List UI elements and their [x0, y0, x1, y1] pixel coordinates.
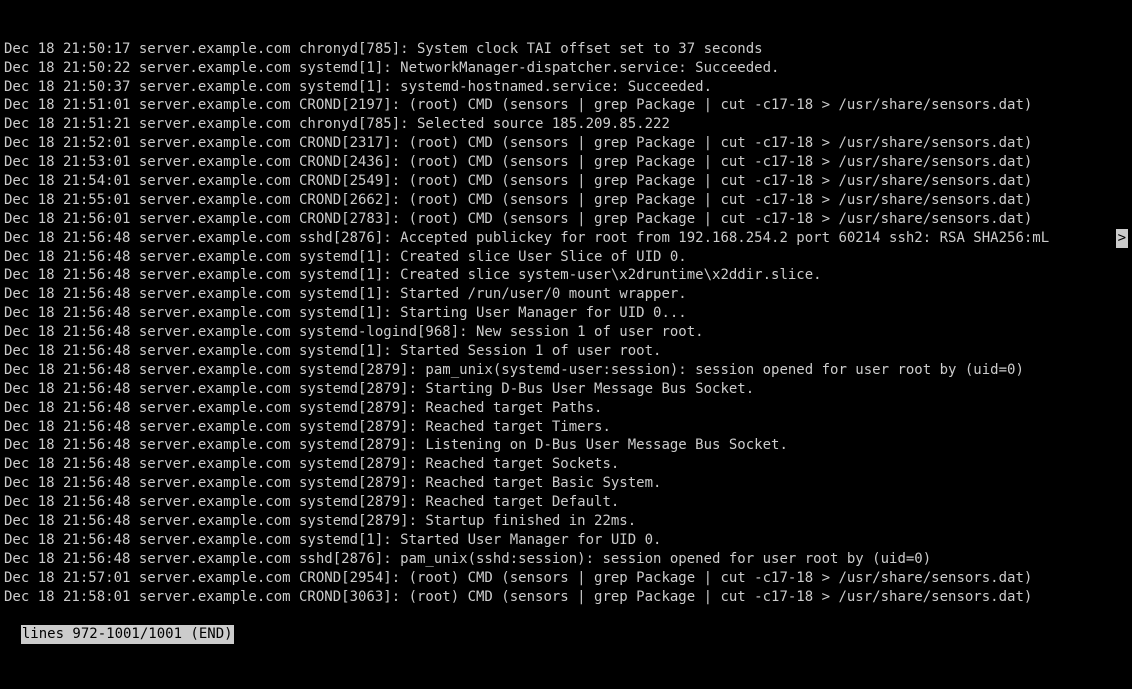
log-line: Dec 18 21:50:17 server.example.com chron… [4, 40, 1128, 59]
log-line: Dec 18 21:52:01 server.example.com CROND… [4, 134, 1128, 153]
log-line: Dec 18 21:56:48 server.example.com syste… [4, 304, 1128, 323]
pager-status: lines 972-1001/1001 (END) [21, 625, 234, 644]
log-line: Dec 18 21:56:48 server.example.com syste… [4, 266, 1128, 285]
log-line: Dec 18 21:56:48 server.example.com sshd[… [4, 550, 1128, 569]
log-line: Dec 18 21:56:48 server.example.com syste… [4, 399, 1128, 418]
log-line: Dec 18 21:56:48 server.example.com sshd[… [4, 229, 1128, 248]
log-line: Dec 18 21:56:48 server.example.com syste… [4, 248, 1128, 267]
line-truncation-indicator-icon: > [1116, 229, 1128, 248]
log-line: Dec 18 21:56:48 server.example.com syste… [4, 418, 1128, 437]
log-line: Dec 18 21:51:21 server.example.com chron… [4, 115, 1128, 134]
log-line: Dec 18 21:56:48 server.example.com syste… [4, 474, 1128, 493]
log-line: Dec 18 21:51:01 server.example.com CROND… [4, 96, 1128, 115]
log-line: Dec 18 21:57:01 server.example.com CROND… [4, 569, 1128, 588]
log-line: Dec 18 21:50:22 server.example.com syste… [4, 59, 1128, 78]
log-line: Dec 18 21:56:48 server.example.com syste… [4, 380, 1128, 399]
log-line: Dec 18 21:56:48 server.example.com syste… [4, 323, 1128, 342]
log-line: Dec 18 21:54:01 server.example.com CROND… [4, 172, 1128, 191]
log-line: Dec 18 21:56:48 server.example.com syste… [4, 512, 1128, 531]
log-line: Dec 18 21:56:48 server.example.com syste… [4, 493, 1128, 512]
log-line: Dec 18 21:56:48 server.example.com syste… [4, 455, 1128, 474]
log-line: Dec 18 21:53:01 server.example.com CROND… [4, 153, 1128, 172]
log-line: Dec 18 21:56:48 server.example.com syste… [4, 436, 1128, 455]
log-line: Dec 18 21:55:01 server.example.com CROND… [4, 191, 1128, 210]
log-line: Dec 18 21:50:37 server.example.com syste… [4, 78, 1128, 97]
log-line: Dec 18 21:56:48 server.example.com syste… [4, 285, 1128, 304]
log-line: Dec 18 21:56:48 server.example.com syste… [4, 361, 1128, 380]
log-line: Dec 18 21:58:01 server.example.com CROND… [4, 588, 1128, 607]
log-line: Dec 18 21:56:48 server.example.com syste… [4, 342, 1128, 361]
log-lines-container: Dec 18 21:50:17 server.example.com chron… [4, 40, 1128, 607]
log-line: Dec 18 21:56:01 server.example.com CROND… [4, 210, 1128, 229]
log-line: Dec 18 21:56:48 server.example.com syste… [4, 531, 1128, 550]
terminal-output[interactable]: Dec 18 21:50:17 server.example.com chron… [0, 0, 1132, 646]
